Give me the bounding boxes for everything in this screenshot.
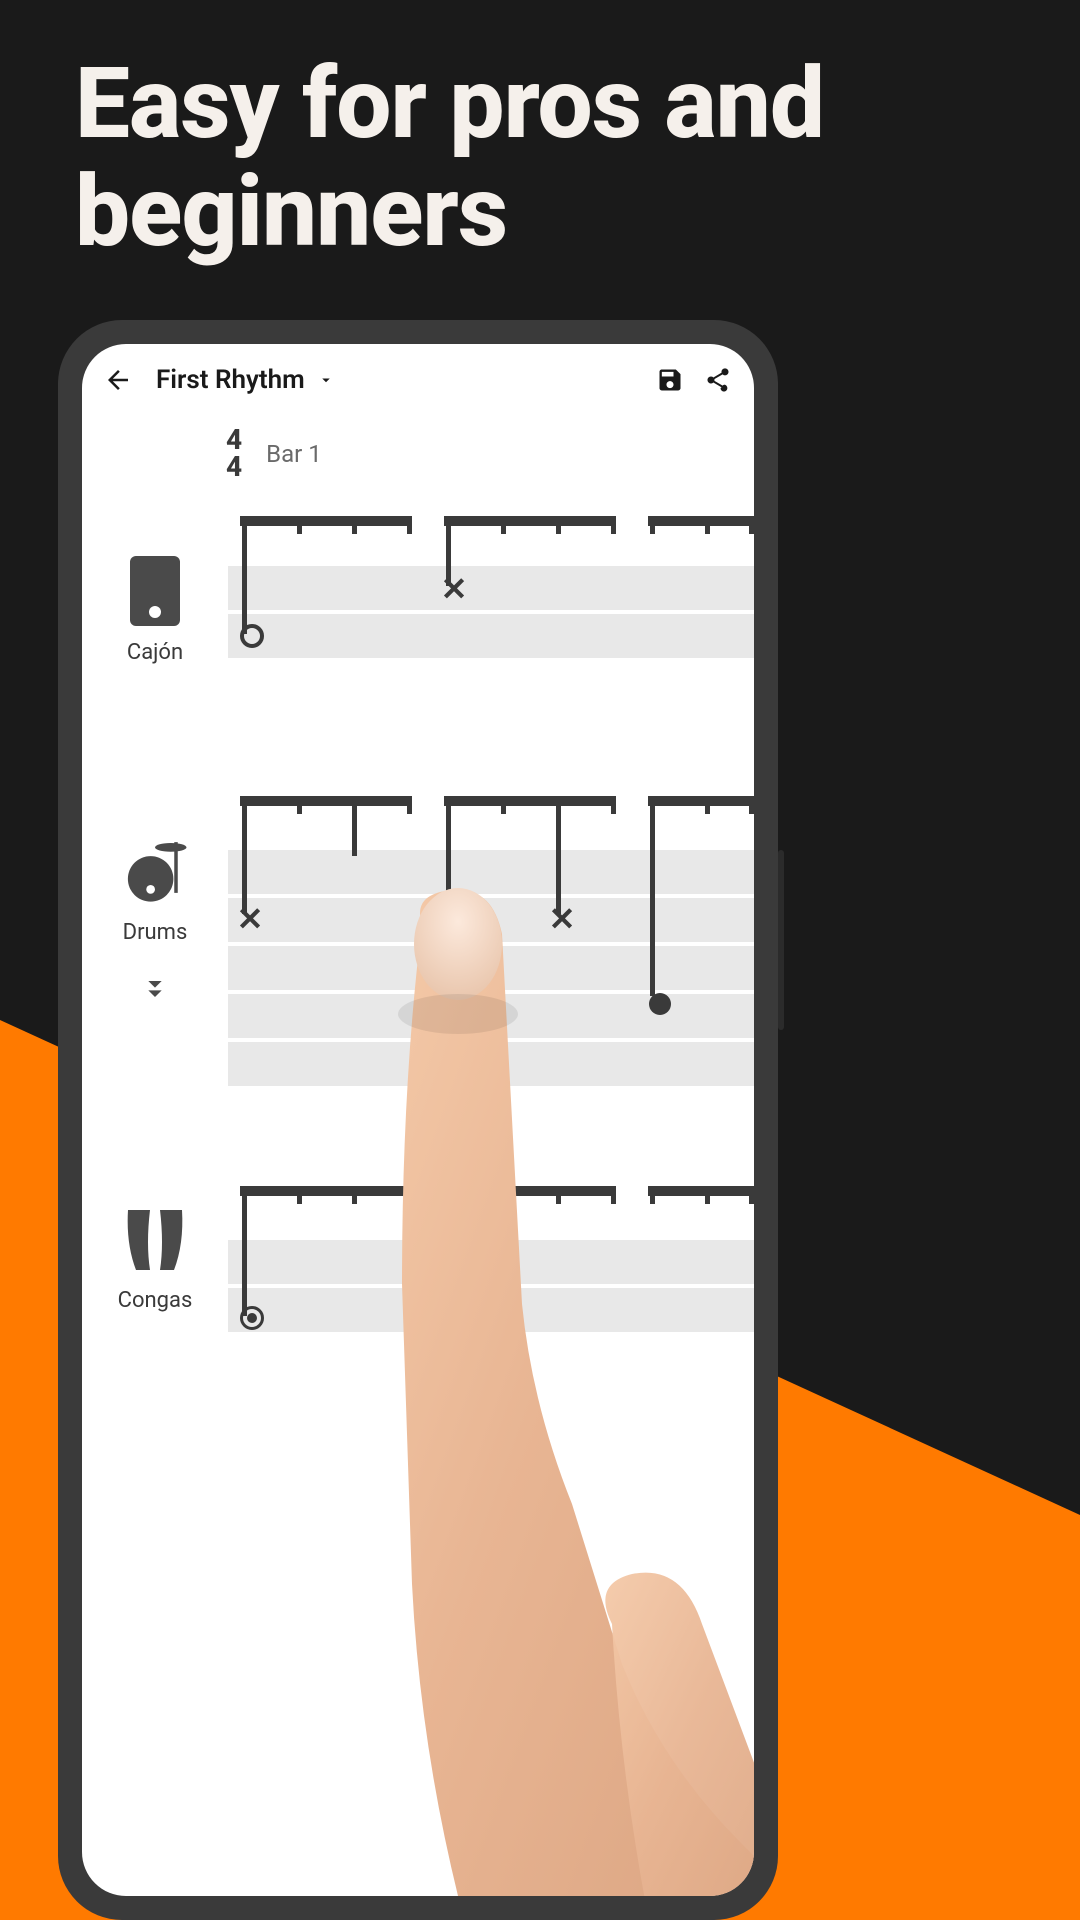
stem	[501, 516, 506, 534]
stem	[501, 1186, 506, 1204]
stem	[611, 1186, 616, 1204]
bar-label: Bar 1	[266, 440, 322, 468]
rhythm-title-dropdown[interactable]: First Rhythm	[156, 365, 335, 395]
stem	[749, 516, 754, 534]
stem	[242, 796, 247, 914]
stem	[242, 1186, 247, 1316]
track-congas-header[interactable]: Congas	[82, 1186, 228, 1313]
stem	[650, 1186, 655, 1204]
stem	[352, 516, 357, 534]
save-icon	[656, 366, 684, 394]
stem	[352, 1186, 357, 1204]
chevron-down-icon	[317, 371, 335, 389]
stem	[749, 1186, 754, 1204]
timesig-denominator: 4	[226, 454, 242, 481]
drums-icon	[120, 836, 190, 906]
beam	[648, 1186, 754, 1196]
promo-headline: Easy for pros and beginners	[75, 50, 1020, 266]
note-cross[interactable]: ✕	[549, 900, 576, 938]
staff-line	[228, 898, 754, 944]
beam	[444, 516, 616, 526]
share-button[interactable]	[694, 356, 742, 404]
note-open[interactable]	[240, 624, 264, 648]
track-congas-grid[interactable]	[228, 1186, 754, 1366]
staff-line	[228, 1042, 754, 1088]
track-drums: Drums	[82, 796, 754, 1086]
rhythm-title-label: First Rhythm	[156, 365, 305, 395]
timesig-row: 4 4 Bar 1	[82, 424, 754, 484]
stem	[407, 1186, 412, 1204]
stem	[556, 516, 561, 534]
track-congas: Congas	[82, 1186, 754, 1366]
stem	[611, 516, 616, 534]
note-cross[interactable]: ✕	[441, 900, 468, 938]
stem	[352, 796, 357, 856]
note-cross[interactable]: ✕	[441, 570, 468, 608]
stem	[556, 796, 561, 914]
stem	[650, 796, 655, 996]
stem	[242, 516, 247, 634]
beam	[648, 796, 754, 806]
stem	[501, 796, 506, 814]
track-drums-label: Drums	[123, 920, 188, 945]
beam	[444, 1186, 616, 1196]
stem	[297, 516, 302, 534]
stem	[705, 516, 710, 534]
staff-line	[228, 850, 754, 896]
stem	[446, 796, 451, 914]
staff-line	[228, 614, 754, 660]
stem	[650, 516, 655, 534]
stem	[407, 796, 412, 814]
track-cajon: Cajón	[82, 516, 754, 696]
stem	[297, 796, 302, 814]
app-bar: First Rhythm	[82, 344, 754, 416]
beam	[240, 796, 412, 806]
beam	[240, 516, 412, 526]
promo-backdrop: Easy for pros and beginners First Rhythm	[0, 0, 1080, 1920]
stem	[705, 796, 710, 814]
staff-line	[228, 946, 754, 992]
back-arrow-icon	[103, 365, 133, 395]
time-signature[interactable]: 4 4	[226, 427, 242, 480]
note-filled[interactable]	[649, 993, 671, 1015]
track-cajon-grid[interactable]: ✕	[228, 516, 754, 696]
stem	[407, 516, 412, 534]
staff-line	[228, 994, 754, 1040]
stem	[705, 1186, 710, 1204]
staff-line	[228, 1288, 754, 1334]
stem	[446, 1186, 451, 1204]
beam	[648, 516, 754, 526]
track-drums-header[interactable]: Drums	[82, 796, 228, 1005]
stem	[556, 1186, 561, 1204]
staff-line	[228, 1240, 754, 1286]
track-cajon-header[interactable]: Cajón	[82, 516, 228, 665]
share-icon	[704, 366, 732, 394]
expand-icon[interactable]	[139, 973, 171, 1005]
track-congas-label: Congas	[118, 1288, 193, 1313]
stem	[611, 796, 616, 814]
note-cross[interactable]: ✕	[237, 900, 264, 938]
cajon-icon	[120, 556, 190, 626]
stem	[297, 1186, 302, 1204]
note-target[interactable]	[240, 1306, 264, 1330]
save-button[interactable]	[646, 356, 694, 404]
app-screen: First Rhythm	[82, 344, 754, 1896]
beam	[444, 796, 616, 806]
track-cajon-label: Cajón	[127, 640, 183, 665]
phone-side-button	[778, 850, 784, 1030]
back-button[interactable]	[94, 356, 142, 404]
stem	[749, 796, 754, 814]
congas-icon	[120, 1204, 190, 1274]
staff-line	[228, 566, 754, 612]
track-drums-grid[interactable]: ✕ ✕ ✕	[228, 796, 754, 1086]
phone-frame: First Rhythm	[58, 320, 778, 1920]
beam	[240, 1186, 412, 1196]
